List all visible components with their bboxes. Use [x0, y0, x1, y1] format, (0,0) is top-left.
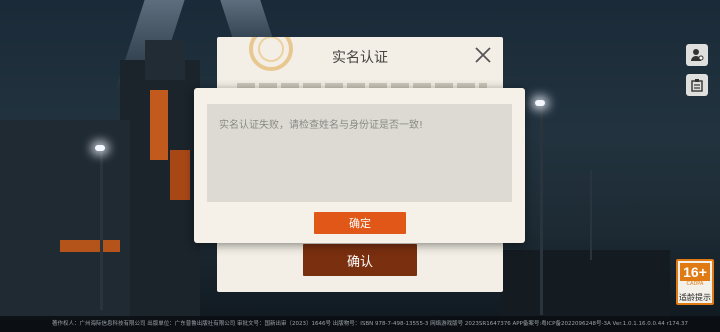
notice-board-icon [691, 79, 703, 92]
error-message: 实名认证失败，请检查姓名与身份证是否一致! [219, 120, 424, 131]
lamp-light [95, 145, 105, 151]
notice-button[interactable] [686, 74, 708, 96]
industrial-tower [145, 40, 185, 80]
age-rating-org: CADPA [686, 281, 704, 287]
close-icon[interactable] [473, 45, 493, 65]
industrial-structure [0, 120, 130, 320]
lamp-pole [100, 150, 103, 310]
error-dialog: 实名认证失败，请检查姓名与身份证是否一致! 确定 [194, 88, 525, 243]
panel-title: 实名认证 [332, 50, 388, 66]
lamp-light [535, 100, 545, 106]
dock-structure [500, 250, 670, 320]
orange-panel [150, 90, 168, 160]
orange-panel [60, 240, 120, 252]
age-rating-hint[interactable]: 适龄提示 [674, 292, 716, 303]
account-button[interactable] [686, 44, 708, 66]
age-rating-value: 16+ [680, 263, 710, 281]
legal-footer: 著作权人：广州海际信息科技有限公司 出版单位：广东普鲁出版社有限公司 审批文号：… [0, 316, 720, 332]
crane-mast [590, 170, 592, 260]
user-gear-icon [691, 49, 704, 61]
orange-panel [170, 150, 190, 200]
lamp-pole [540, 105, 543, 315]
message-box: 实名认证失败，请检查姓名与身份证是否一致! [207, 104, 512, 202]
ok-button[interactable]: 确定 [314, 212, 406, 234]
confirm-button[interactable]: 确认 [303, 244, 417, 276]
